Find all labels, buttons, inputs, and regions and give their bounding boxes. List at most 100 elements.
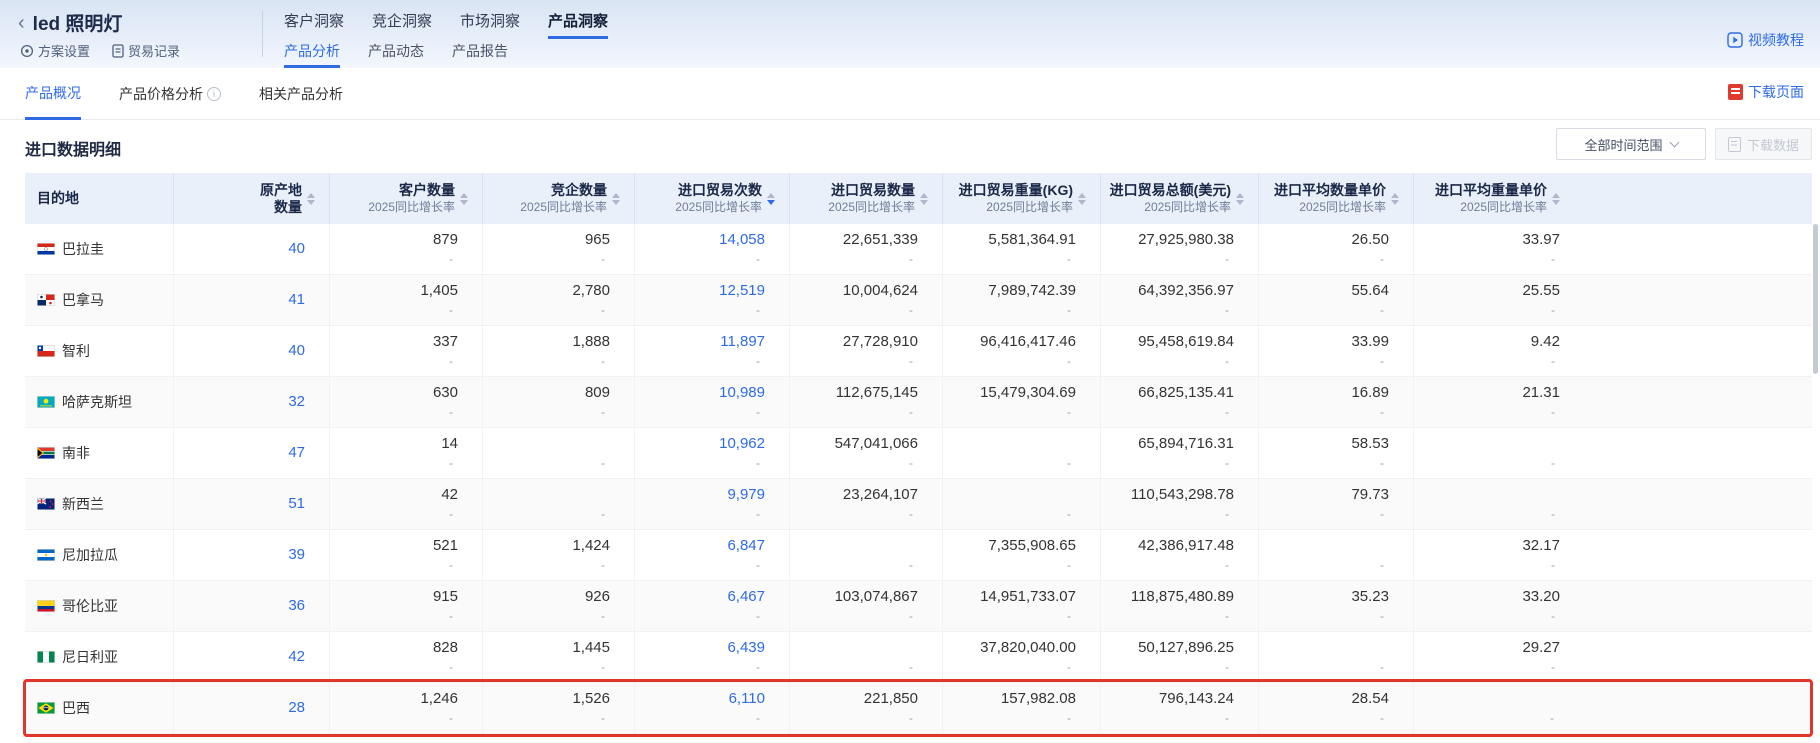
trade-count-link[interactable]: 6,467 xyxy=(727,588,765,606)
metric-value: 2,780 xyxy=(572,282,610,300)
growth-rate-value: - xyxy=(756,507,765,522)
time-range-select[interactable]: 全部时间范围 xyxy=(1556,128,1706,160)
metric-value: 157,982.08 xyxy=(1001,690,1076,708)
cell-destination: 哥伦比亚 xyxy=(25,581,174,631)
column-header-import_trade_weight_kg[interactable]: 进口贸易重量(KG)2025同比增长率 xyxy=(943,173,1101,224)
trade-count-link[interactable]: 6,110 xyxy=(729,690,765,708)
origin-count-link[interactable]: 40 xyxy=(288,240,305,258)
growth-rate-value: - xyxy=(449,456,458,471)
growth-rate-value: - xyxy=(1380,507,1389,522)
sort-carets-icon[interactable] xyxy=(1078,193,1086,205)
metric-value: 58.53 xyxy=(1351,435,1389,453)
cell-import_trade_count: 9,979 - xyxy=(635,479,790,529)
origin-count-link[interactable]: 32 xyxy=(288,393,305,411)
download-page-button[interactable]: 下载页面 xyxy=(1728,82,1804,102)
flag-nigeria-icon xyxy=(37,651,55,663)
origin-count-link[interactable]: 42 xyxy=(288,648,305,666)
cell-import_avg_qty_price: 58.53- xyxy=(1259,428,1414,478)
column-header-origin_count[interactable]: 原产地数量 xyxy=(174,173,330,224)
document-icon xyxy=(112,44,124,58)
video-tutorial-link[interactable]: 视频教程 xyxy=(1727,30,1804,50)
cell-customer_count: 521- xyxy=(330,530,483,580)
trade-count-link[interactable]: 10,962 xyxy=(719,435,765,453)
column-header-import_avg_weight_price[interactable]: 进口平均重量单价2025同比增长率 xyxy=(1414,173,1812,224)
sort-carets-icon[interactable] xyxy=(1391,193,1399,205)
trade-count-link[interactable]: 14,058 xyxy=(719,231,765,249)
sort-carets-icon[interactable] xyxy=(920,193,928,205)
trade-count-link[interactable]: 11,897 xyxy=(720,333,765,351)
cell-destination: 哈萨克斯坦 xyxy=(25,377,174,427)
origin-count-link[interactable]: 36 xyxy=(288,597,305,615)
growth-rate-value: - xyxy=(1380,252,1389,267)
tab-related-products[interactable]: 相关产品分析 xyxy=(259,68,343,120)
origin-count-link[interactable]: 41 xyxy=(288,291,305,309)
scheme-settings-button[interactable]: 方案设置 xyxy=(20,41,90,60)
origin-count-link[interactable]: 40 xyxy=(288,342,305,360)
origin-count-link[interactable]: 28 xyxy=(288,699,305,717)
target-icon xyxy=(20,44,34,58)
growth-rate-value: - xyxy=(449,711,458,726)
column-header-competitor_count[interactable]: 竞企数量2025同比增长率 xyxy=(483,173,635,224)
cell-import_trade_weight_kg: 7,355,908.65- xyxy=(943,530,1101,580)
metric-value: 79.73 xyxy=(1351,486,1389,504)
download-data-button[interactable]: 下载数据 xyxy=(1715,128,1812,160)
app-header: ‹ led 照明灯 方案设置 贸易记录 客户洞察 竞企洞察 市场洞察 产品洞察 … xyxy=(0,0,1820,68)
tab-price-analysis[interactable]: 产品价格分析 i xyxy=(119,68,221,120)
cell-origin-count: 32 xyxy=(174,377,330,427)
section-title: 进口数据明细 xyxy=(25,136,121,160)
metric-value: 103,074,867 xyxy=(835,588,918,606)
subnav-product-report[interactable]: 产品报告 xyxy=(452,41,508,68)
cell-import_trade_weight_kg: 157,982.08- xyxy=(943,683,1101,733)
nav-product-insight[interactable]: 产品洞察 xyxy=(548,10,608,39)
metric-value: 50,127,896.25 xyxy=(1138,639,1234,657)
nav-competitor-insight[interactable]: 竞企洞察 xyxy=(372,10,432,39)
growth-rate-value: - xyxy=(449,507,458,522)
cell-import_trade_count: 11,897- xyxy=(635,326,790,376)
growth-rate-value: - xyxy=(1067,354,1076,369)
column-header-import_trade_count[interactable]: 进口贸易次数2025同比增长率 xyxy=(635,173,790,224)
growth-rate-value: - xyxy=(601,711,610,726)
vertical-scrollbar[interactable] xyxy=(1813,224,1818,374)
cell-destination: 智利 xyxy=(25,326,174,376)
metric-value: 521 xyxy=(433,537,458,555)
subnav-product-dynamics[interactable]: 产品动态 xyxy=(368,41,424,68)
metric-value: 965 xyxy=(585,231,610,249)
cell-import_trade_amount_usd: 110,543,298.78- xyxy=(1101,479,1259,529)
origin-count-link[interactable]: 47 xyxy=(288,444,305,462)
trade-count-link[interactable]: 12,519 xyxy=(719,282,765,300)
growth-rate-value: - xyxy=(909,456,918,471)
growth-rate-value: - xyxy=(601,609,610,624)
trade-count-link[interactable]: 6,847 xyxy=(727,537,765,555)
column-header-import_avg_qty_price[interactable]: 进口平均数量单价2025同比增长率 xyxy=(1259,173,1414,224)
info-icon[interactable]: i xyxy=(207,87,221,101)
cell-import_trade_count: 6,439- xyxy=(635,632,790,682)
origin-count-link[interactable]: 39 xyxy=(288,546,305,564)
growth-rate-value: - xyxy=(756,252,765,267)
sort-carets-icon[interactable] xyxy=(1236,193,1244,205)
trade-count-link[interactable]: 10,989 xyxy=(719,384,765,402)
sort-carets-icon[interactable] xyxy=(460,193,468,205)
cell-import_trade_count: 12,519- xyxy=(635,275,790,325)
trade-count-link[interactable]: 6,439 xyxy=(727,639,765,657)
column-header-import_trade_amount_usd[interactable]: 进口贸易总额(美元)2025同比增长率 xyxy=(1101,173,1259,224)
origin-count-link[interactable]: 51 xyxy=(288,495,305,513)
trade-records-button[interactable]: 贸易记录 xyxy=(112,41,180,60)
column-header-customer_count[interactable]: 客户数量2025同比增长率 xyxy=(330,173,483,224)
trade-count-link[interactable]: 9,979 xyxy=(727,486,765,504)
cell-origin-count: 28 xyxy=(174,683,330,733)
nav-market-insight[interactable]: 市场洞察 xyxy=(460,10,520,39)
subnav-product-analysis[interactable]: 产品分析 xyxy=(284,41,340,68)
sort-carets-icon[interactable] xyxy=(767,193,775,205)
growth-rate-value: - xyxy=(909,558,918,573)
cell-import_trade_qty: - xyxy=(790,632,943,682)
growth-rate-value: - xyxy=(601,507,610,522)
cell-import_avg_qty_price: 55.64- xyxy=(1259,275,1414,325)
tab-product-overview[interactable]: 产品概况 xyxy=(25,68,81,120)
column-header-import_trade_qty[interactable]: 进口贸易数量2025同比增长率 xyxy=(790,173,943,224)
back-icon[interactable]: ‹ xyxy=(18,13,25,33)
nav-customer-insight[interactable]: 客户洞察 xyxy=(284,10,344,39)
sort-carets-icon[interactable] xyxy=(612,193,620,205)
sort-carets-icon[interactable] xyxy=(1552,193,1560,205)
sort-carets-icon[interactable] xyxy=(307,193,315,205)
metric-value: 879 xyxy=(433,231,458,249)
